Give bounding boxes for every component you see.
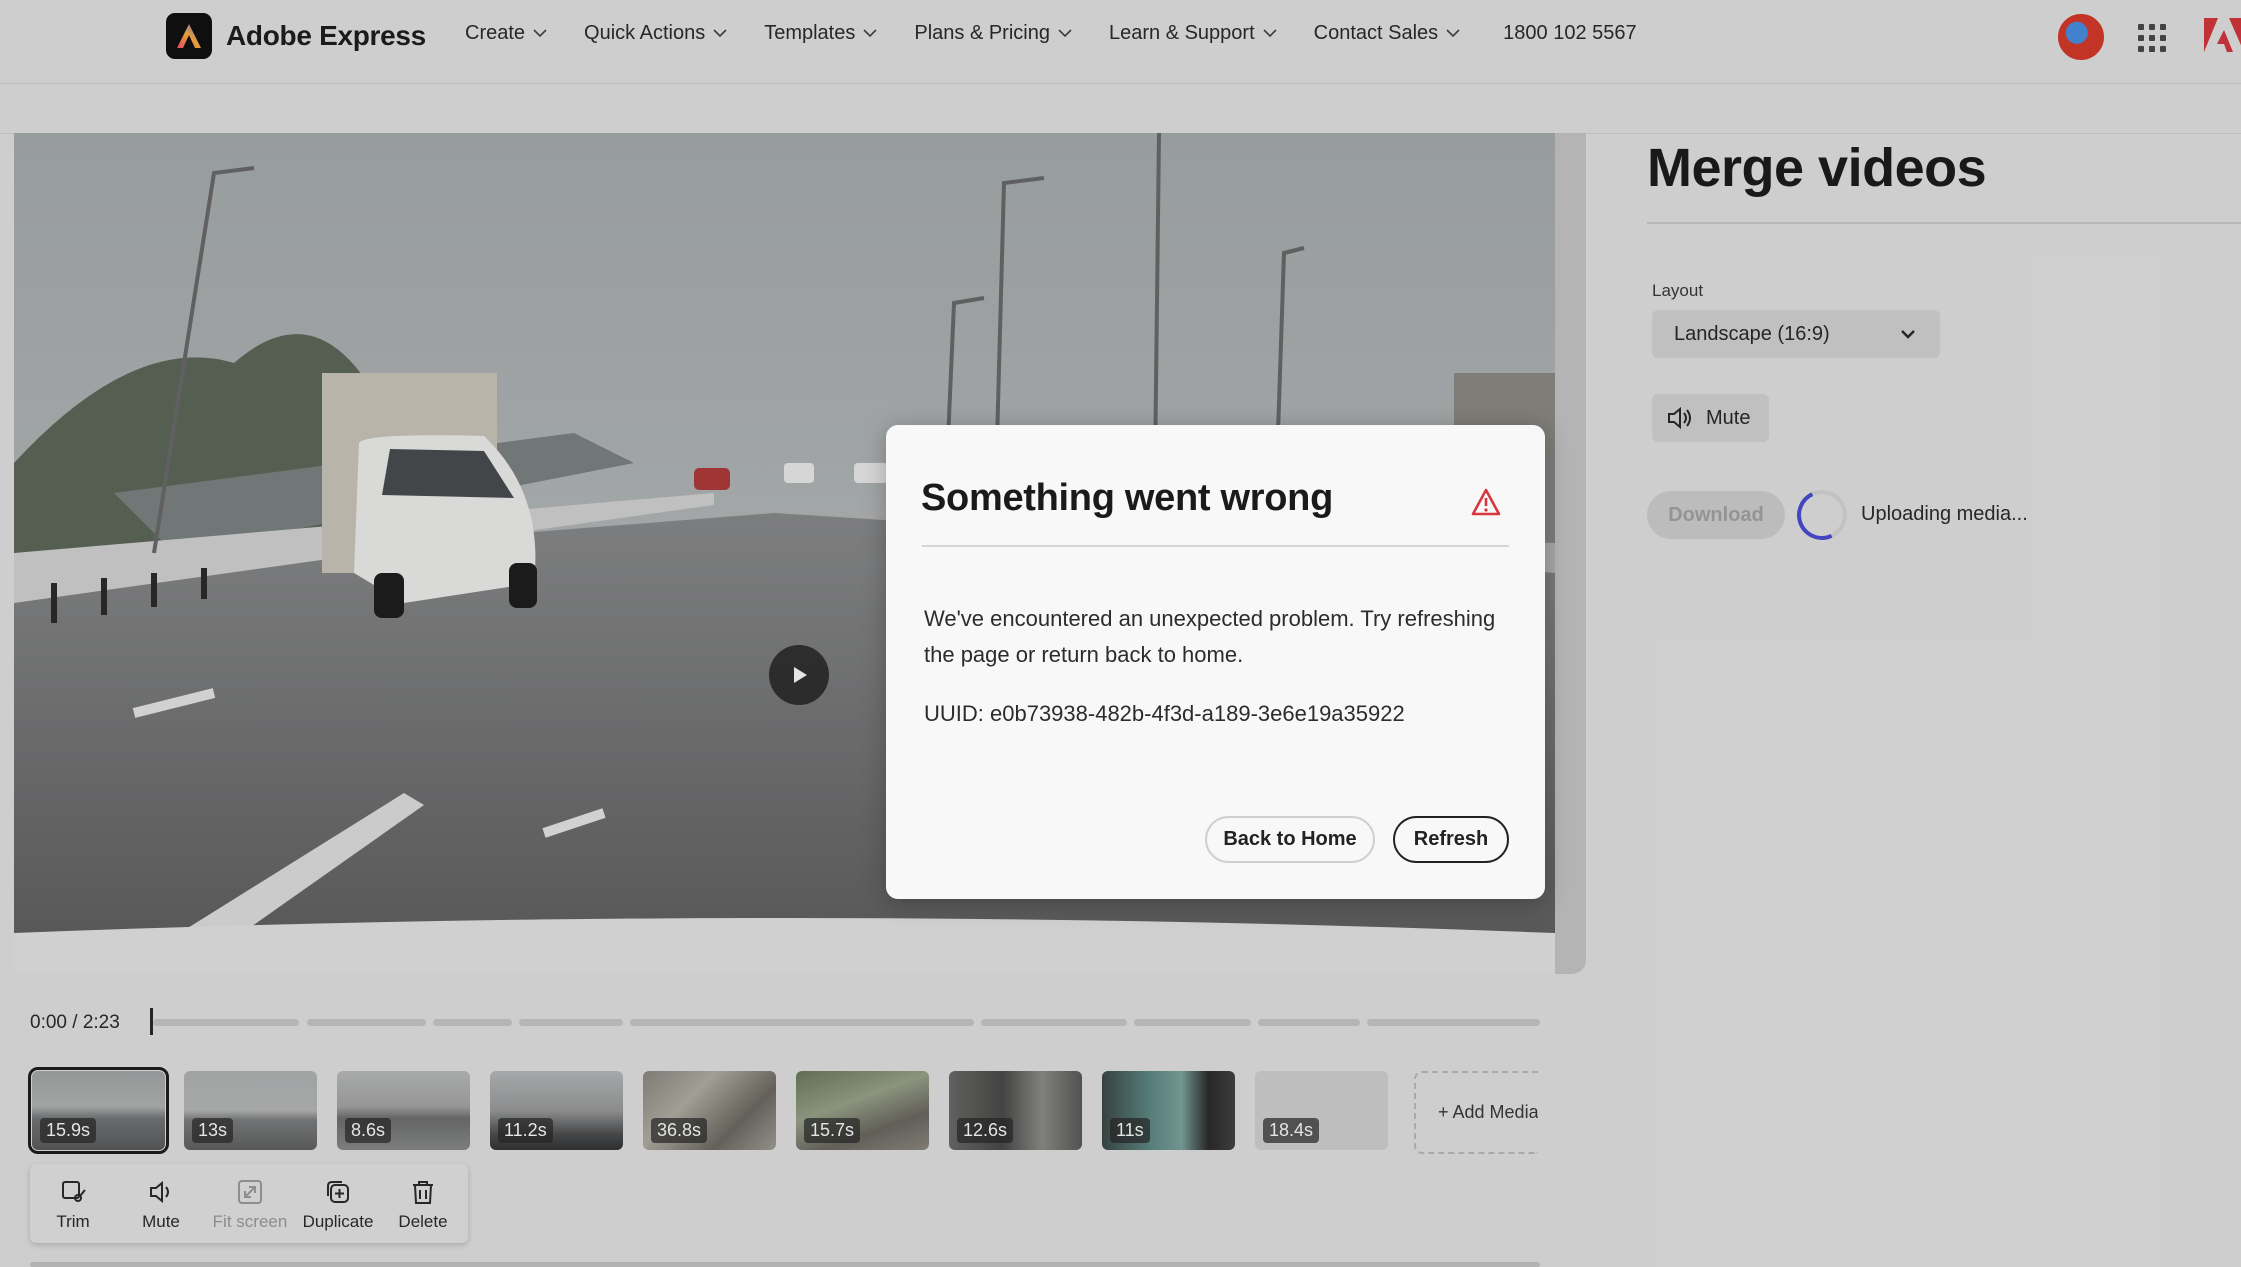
- refresh-button[interactable]: Refresh: [1393, 816, 1509, 863]
- dialog-title: Something went wrong: [921, 477, 1333, 519]
- error-dialog: Something went wrong We've encountered a…: [886, 425, 1545, 899]
- error-uuid: UUID: e0b73938-482b-4f3d-a189-3e6e19a359…: [924, 701, 1405, 726]
- back-to-home-button[interactable]: Back to Home: [1205, 816, 1375, 863]
- dialog-divider: [922, 545, 1509, 547]
- alert-triangle-icon: [1471, 488, 1501, 516]
- dialog-message: We've encountered an unexpected problem.…: [924, 606, 1496, 667]
